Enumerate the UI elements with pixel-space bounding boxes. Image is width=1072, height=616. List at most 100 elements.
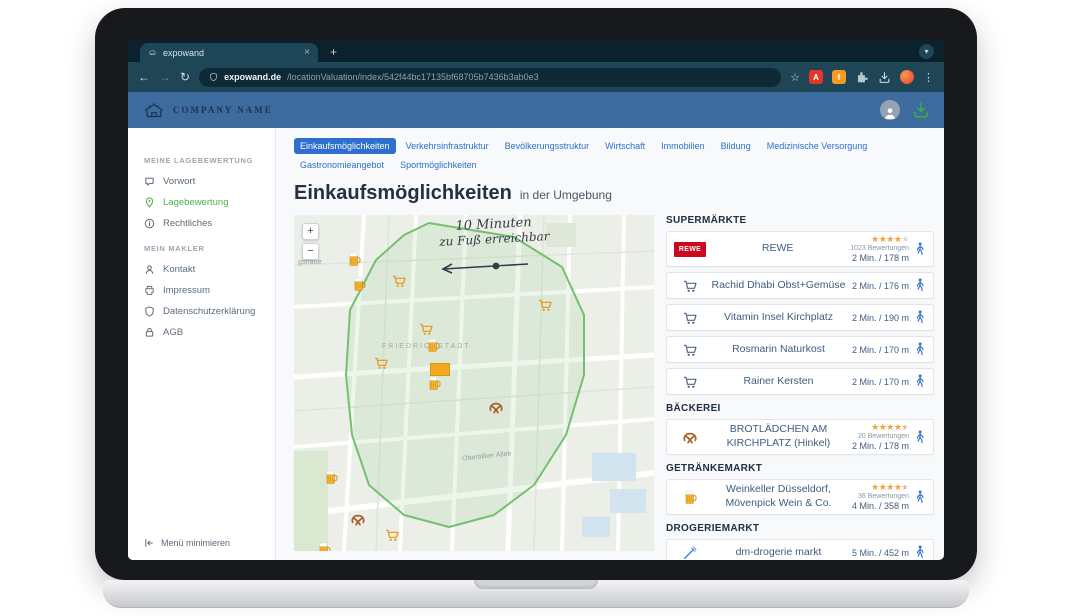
sidebar-item-impressum[interactable]: Impressum bbox=[128, 280, 275, 301]
annotation-arrow-icon bbox=[434, 259, 534, 277]
tab-einkaufsmoeglichkeiten[interactable]: Einkaufsmöglichkeiten bbox=[294, 138, 396, 154]
sidebar-item-datenschutz[interactable]: Datenschutzerklärung bbox=[128, 301, 275, 322]
distance: 2 Min. / 170 m bbox=[852, 377, 909, 387]
poi-row[interactable]: Vitamin Insel Kirchplatz 2 Min. / 190 m bbox=[666, 304, 934, 331]
poi-row[interactable]: Rosmarin Naturkost 2 Min. / 170 m bbox=[666, 336, 934, 363]
rating-stars: ★★★★★★★★★★ bbox=[871, 235, 909, 244]
url-domain: expowand.de bbox=[224, 72, 281, 82]
site-info-icon[interactable] bbox=[209, 72, 218, 82]
rating-stars: ★★★★★★★★★★ bbox=[871, 483, 909, 492]
map-marker-cart-icon[interactable] bbox=[537, 297, 553, 313]
tab-close-icon[interactable]: × bbox=[304, 47, 310, 58]
map-marker-beer-icon[interactable] bbox=[426, 375, 442, 391]
new-tab-button[interactable]: + bbox=[330, 45, 337, 59]
poi-name: Rainer Kersten bbox=[711, 375, 846, 389]
sidebar-section-my-valuation: MEINE LAGEBEWERTUNG bbox=[144, 156, 275, 165]
tab-favicon-icon bbox=[148, 48, 157, 57]
poi-row-drugstore[interactable]: dm-drogerie markt 5 Min. / 452 m bbox=[666, 539, 934, 560]
section-title-getraenkemarkt: GETRÄNKEMARKT bbox=[666, 463, 934, 474]
map-marker-beer-icon[interactable] bbox=[346, 251, 362, 267]
poi-row[interactable]: Rainer Kersten 2 Min. / 170 m bbox=[666, 368, 934, 395]
map-marker-pretzel-icon[interactable] bbox=[350, 511, 366, 527]
map-marker-cart-icon[interactable] bbox=[391, 273, 407, 289]
poi-row-drinks[interactable]: Weinkeller Düsseldorf, Mövenpick Wein & … bbox=[666, 479, 934, 515]
tab-sportmoeglichkeiten[interactable]: Sportmöglichkeiten bbox=[394, 157, 483, 173]
toothbrush-icon bbox=[675, 545, 705, 561]
downloads-icon[interactable] bbox=[878, 71, 891, 84]
walking-icon bbox=[915, 545, 925, 560]
map-marker-cart-icon[interactable] bbox=[373, 355, 389, 371]
cart-icon bbox=[675, 374, 705, 390]
zoom-out-button[interactable]: − bbox=[302, 243, 319, 260]
tab-immobilien[interactable]: Immobilien bbox=[655, 138, 711, 154]
cart-icon bbox=[675, 310, 705, 326]
sidebar-item-kontakt[interactable]: Kontakt bbox=[128, 259, 275, 280]
map-marker-beer-icon[interactable] bbox=[323, 469, 339, 485]
collapse-icon bbox=[144, 538, 154, 548]
poi-name: REWE bbox=[711, 242, 844, 256]
back-button[interactable]: ← bbox=[138, 71, 150, 83]
map[interactable]: + − 10 Minuten zu Fuß erreichbar bbox=[294, 215, 654, 551]
company-logo[interactable]: COMPANY NAME bbox=[142, 102, 273, 119]
tab-bevoelkerungsstruktur[interactable]: Bevölkerungsstruktur bbox=[499, 138, 596, 154]
user-avatar[interactable] bbox=[880, 100, 900, 120]
cart-icon bbox=[675, 342, 705, 358]
category-tabs-row2: Gastronomieangebot Sportmöglichkeiten bbox=[294, 157, 934, 173]
sidebar-item-label: AGB bbox=[163, 327, 183, 338]
tab-verkehrsinfrastruktur[interactable]: Verkehrsinfrastruktur bbox=[400, 138, 495, 154]
walking-icon bbox=[915, 374, 925, 389]
tab-bildung[interactable]: Bildung bbox=[715, 138, 757, 154]
poi-panel: SUPERMÄRKTE REWE REWE ★★★★★★★★★★ 1023 Be… bbox=[666, 215, 934, 560]
tab-gastronomieangebot[interactable]: Gastronomieangebot bbox=[294, 157, 390, 173]
distance: 5 Min. / 452 m bbox=[852, 548, 909, 558]
browser-tab[interactable]: expowand × bbox=[140, 43, 318, 62]
tab-wirtschaft[interactable]: Wirtschaft bbox=[599, 138, 651, 154]
sidebar-item-agb[interactable]: AGB bbox=[128, 322, 275, 343]
sidebar-item-label: Rechtliches bbox=[163, 218, 212, 229]
shield-icon bbox=[144, 306, 155, 317]
tab-title: expowand bbox=[163, 48, 298, 58]
poi-row-bakery[interactable]: BROTLÄDCHEN AM KIRCHPLATZ (Hinkel) ★★★★★… bbox=[666, 419, 934, 455]
map-marker-beer-icon[interactable] bbox=[425, 337, 441, 353]
extensions-puzzle-icon[interactable] bbox=[855, 70, 869, 84]
walking-icon bbox=[915, 278, 925, 293]
forward-button[interactable]: → bbox=[159, 71, 171, 83]
beer-mug-icon bbox=[675, 489, 705, 505]
tab-medizinische-versorgung[interactable]: Medizinische Versorgung bbox=[761, 138, 874, 154]
map-marker-cart-icon[interactable] bbox=[384, 527, 400, 543]
map-marker-cart-icon[interactable] bbox=[418, 321, 434, 337]
poi-name: Rosmarin Naturkost bbox=[711, 343, 846, 357]
speech-bubble-icon bbox=[144, 176, 155, 187]
minimize-menu-button[interactable]: Menü minimieren bbox=[144, 538, 230, 548]
laptop-base bbox=[103, 580, 969, 608]
distance: 4 Min. / 358 m bbox=[852, 501, 909, 511]
sidebar-item-label: Datenschutzerklärung bbox=[163, 306, 255, 317]
map-marker-beer-icon[interactable] bbox=[351, 276, 367, 292]
sidebar: MEINE LAGEBEWERTUNG Vorwort Lagebewertun… bbox=[128, 128, 276, 560]
walking-icon bbox=[915, 430, 925, 445]
sidebar-item-lagebewertung[interactable]: Lagebewertung bbox=[128, 192, 275, 213]
pretzel-icon bbox=[675, 429, 705, 445]
bookmark-star-icon[interactable]: ☆ bbox=[790, 71, 800, 84]
reload-button[interactable]: ↻ bbox=[180, 71, 190, 83]
map-marker-pretzel-icon[interactable] bbox=[488, 399, 504, 415]
poi-row-rewe[interactable]: REWE REWE ★★★★★★★★★★ 1023 Bewertungen 2 … bbox=[666, 231, 934, 267]
street-label-partial: gstraße bbox=[298, 259, 322, 266]
app-header: COMPANY NAME bbox=[128, 92, 944, 128]
map-marker-beer-icon[interactable] bbox=[316, 541, 332, 551]
sidebar-item-vorwort[interactable]: Vorwort bbox=[128, 171, 275, 192]
distance: 2 Min. / 176 m bbox=[852, 281, 909, 291]
browser-menu-icon[interactable]: ⋮ bbox=[923, 71, 934, 84]
browser-profile-avatar[interactable] bbox=[900, 70, 914, 84]
f-extension-icon[interactable]: f bbox=[832, 70, 846, 84]
poi-row[interactable]: Rachid Dhabi Obst+Gemüse 2 Min. / 176 m bbox=[666, 272, 934, 299]
download-report-icon[interactable] bbox=[912, 101, 930, 119]
sidebar-item-rechtliches[interactable]: Rechtliches bbox=[128, 213, 275, 234]
zoom-in-button[interactable]: + bbox=[302, 223, 319, 240]
address-bar[interactable]: expowand.de /locationValuation/index/542… bbox=[199, 68, 781, 87]
tab-list-chevron-icon[interactable]: ▾ bbox=[919, 44, 934, 59]
sidebar-section-my-broker: MEIN MAKLER bbox=[144, 244, 275, 253]
laptop-frame: expowand × + ▾ ← → ↻ expowand.de /locati… bbox=[95, 8, 977, 580]
pdf-extension-icon[interactable]: A bbox=[809, 70, 823, 84]
screenshot-stage: expowand × + ▾ ← → ↻ expowand.de /locati… bbox=[0, 0, 1072, 616]
